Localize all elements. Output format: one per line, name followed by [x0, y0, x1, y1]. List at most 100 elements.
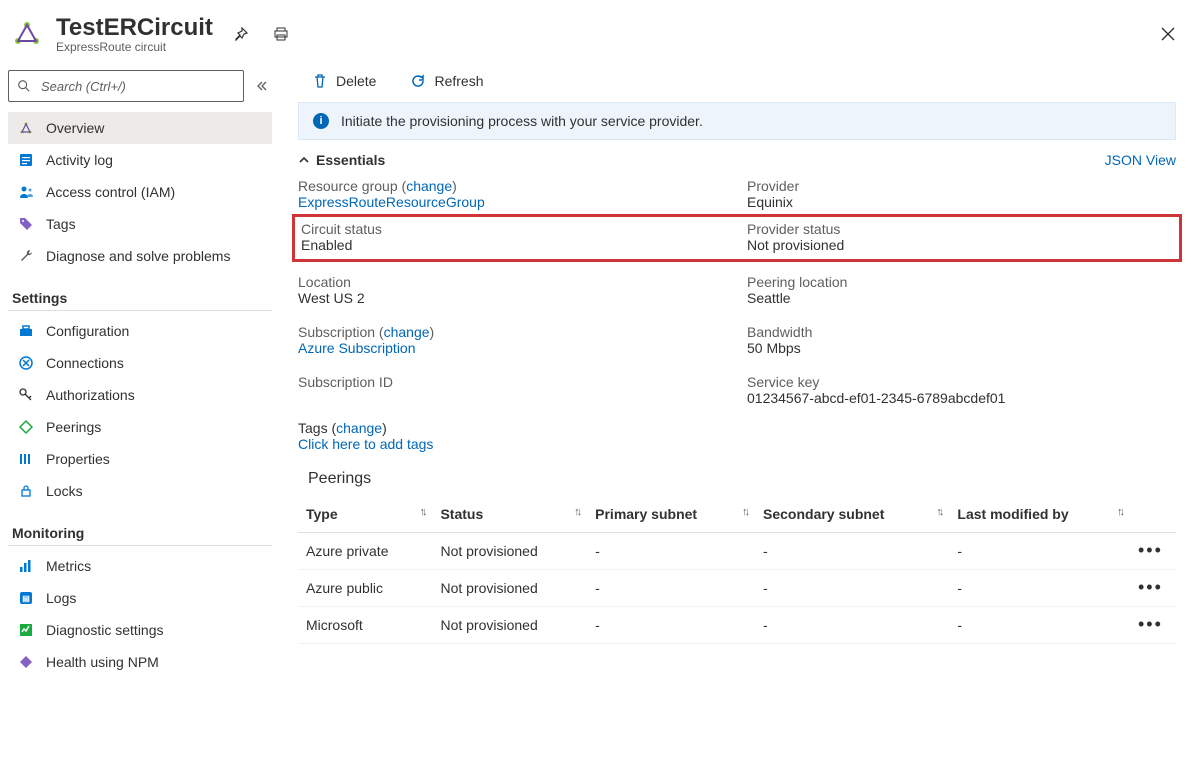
provider-value: Equinix — [747, 194, 1176, 210]
nav-label: Authorizations — [46, 387, 135, 403]
sort-icon: ↑↓ — [419, 506, 424, 518]
toolbox-icon — [18, 323, 34, 339]
blade-header: TestERCircuit ExpressRoute circuit — [0, 0, 1200, 60]
key-icon — [18, 387, 34, 403]
refresh-button[interactable]: Refresh — [404, 72, 489, 90]
subscription-id-label: Subscription ID — [298, 374, 727, 390]
provider-label: Provider — [747, 178, 1176, 194]
nav-label: Health using NPM — [46, 654, 159, 670]
col-type[interactable]: Type↑↓ — [298, 496, 432, 533]
rg-change-link[interactable]: change — [406, 178, 452, 194]
properties-icon — [18, 451, 34, 467]
metrics-icon — [18, 558, 34, 574]
row-menu-button[interactable]: ••• — [1138, 540, 1163, 560]
nav-configuration[interactable]: Configuration — [8, 315, 272, 347]
circuit-status-value: Enabled — [301, 237, 727, 253]
peerings-heading: Peerings — [308, 470, 1176, 488]
nav-label: Diagnose and solve problems — [46, 248, 230, 264]
tags-change-link[interactable]: change — [336, 420, 382, 436]
page-title: TestERCircuit — [56, 14, 213, 42]
nav-label: Logs — [46, 590, 76, 606]
col-modified[interactable]: Last modified by↑↓ — [949, 496, 1130, 533]
nav-label: Activity log — [46, 152, 113, 168]
nav-peerings[interactable]: Peerings — [8, 411, 272, 443]
add-tags-link[interactable]: Click here to add tags — [298, 436, 433, 452]
expressroute-icon — [10, 17, 44, 51]
nav-section-monitoring: Monitoring — [8, 515, 272, 546]
print-button[interactable] — [269, 22, 293, 46]
command-bar: Delete Refresh — [298, 68, 1176, 102]
service-key-label: Service key — [747, 374, 1176, 390]
col-status[interactable]: Status↑↓ — [432, 496, 587, 533]
peering-location-label: Peering location — [747, 274, 1176, 290]
nav-label: Overview — [46, 120, 104, 136]
nav-tags[interactable]: Tags — [8, 208, 272, 240]
sort-icon: ↑↓ — [1117, 506, 1122, 518]
close-button[interactable] — [1156, 22, 1180, 46]
nav-metrics[interactable]: Metrics — [8, 550, 272, 582]
pin-button[interactable] — [229, 22, 253, 46]
subscription-change-link[interactable]: change — [384, 324, 430, 340]
col-primary[interactable]: Primary subnet↑↓ — [587, 496, 755, 533]
row-menu-button[interactable]: ••• — [1138, 614, 1163, 634]
rg-label: Resource group — [298, 178, 398, 194]
table-row[interactable]: Azure publicNot provisioned---••• — [298, 570, 1176, 607]
search-box[interactable] — [8, 70, 244, 102]
essentials-toggle[interactable]: Essentials — [298, 152, 385, 168]
peerings-icon — [18, 419, 34, 435]
lock-icon — [18, 483, 34, 499]
cmd-label: Delete — [336, 73, 376, 89]
page-subtitle: ExpressRoute circuit — [56, 40, 213, 54]
info-bar: i Initiate the provisioning process with… — [298, 102, 1176, 140]
health-icon — [18, 654, 34, 670]
wrench-icon — [18, 248, 34, 264]
search-input[interactable] — [39, 78, 235, 95]
nav-label: Configuration — [46, 323, 129, 339]
main-content: Delete Refresh i Initiate the provisioni… — [280, 60, 1200, 772]
nav-diagnostic-settings[interactable]: Diagnostic settings — [8, 614, 272, 646]
json-view-link[interactable]: JSON View — [1105, 152, 1176, 168]
sort-icon: ↑↓ — [936, 506, 941, 518]
nav-label: Metrics — [46, 558, 91, 574]
nav-diagnose[interactable]: Diagnose and solve problems — [8, 240, 272, 272]
nav-access-control[interactable]: Access control (IAM) — [8, 176, 272, 208]
nav-connections[interactable]: Connections — [8, 347, 272, 379]
chevron-double-left-icon — [256, 80, 268, 92]
info-text: Initiate the provisioning process with y… — [341, 113, 703, 129]
nav-properties[interactable]: Properties — [8, 443, 272, 475]
nav-label: Tags — [46, 216, 76, 232]
location-label: Location — [298, 274, 727, 290]
connections-icon — [18, 355, 34, 371]
nav-locks[interactable]: Locks — [8, 475, 272, 507]
cmd-label: Refresh — [434, 73, 483, 89]
nav-activity-log[interactable]: Activity log — [8, 144, 272, 176]
refresh-icon — [410, 73, 426, 89]
rg-value[interactable]: ExpressRouteResourceGroup — [298, 194, 485, 210]
peering-location-value: Seattle — [747, 290, 1176, 306]
tag-icon — [18, 216, 34, 232]
row-menu-button[interactable]: ••• — [1138, 577, 1163, 597]
delete-button[interactable]: Delete — [306, 72, 382, 90]
expressroute-small-icon — [18, 120, 34, 136]
iam-icon — [18, 184, 34, 200]
col-secondary[interactable]: Secondary subnet↑↓ — [755, 496, 949, 533]
tags-label: Tags — [298, 420, 328, 436]
collapse-sidebar-button[interactable] — [252, 76, 272, 96]
subscription-value[interactable]: Azure Subscription — [298, 340, 416, 356]
table-row[interactable]: Azure privateNot provisioned---••• — [298, 533, 1176, 570]
essentials-title: Essentials — [316, 152, 385, 168]
provider-status-value: Not provisioned — [747, 237, 1173, 253]
table-row[interactable]: MicrosoftNot provisioned---••• — [298, 607, 1176, 644]
nav-label: Access control (IAM) — [46, 184, 175, 200]
print-icon — [273, 26, 289, 42]
nav-overview[interactable]: Overview — [8, 112, 272, 144]
nav-authorizations[interactable]: Authorizations — [8, 379, 272, 411]
nav-label: Diagnostic settings — [46, 622, 164, 638]
circuit-status-label: Circuit status — [301, 221, 727, 237]
nav-logs[interactable]: ▤Logs — [8, 582, 272, 614]
service-key-value: 01234567-abcd-ef01-2345-6789abcdef01 — [747, 390, 1176, 406]
nav-label: Connections — [46, 355, 124, 371]
bandwidth-label: Bandwidth — [747, 324, 1176, 340]
nav-health-npm[interactable]: Health using NPM — [8, 646, 272, 678]
nav-label: Locks — [46, 483, 83, 499]
